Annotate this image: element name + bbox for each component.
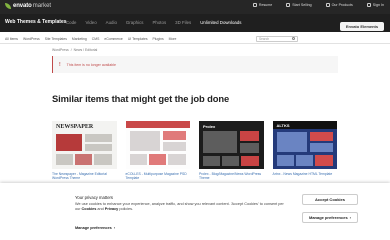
sub-nav-item[interactable]: CMS bbox=[92, 37, 100, 41]
doc-icon bbox=[252, 3, 257, 7]
accept-cookies-button[interactable]: Accept Cookies bbox=[302, 194, 358, 205]
alert-text: This item is no longer available bbox=[66, 62, 117, 67]
category-code[interactable]: Code bbox=[66, 20, 77, 25]
item-card[interactable]: Prolex Prolex - Blog/Magazine/News WordP… bbox=[199, 121, 264, 181]
item-title[interactable]: The Newspaper - Magazine Editorial WordP… bbox=[52, 172, 117, 181]
item-title[interactable]: eCOLLES - Multipurpose Magazine PSD Temp… bbox=[126, 172, 191, 181]
category-items: Code Video Audio Graphics Photos 3D File… bbox=[66, 20, 242, 25]
sub-nav-item[interactable]: Plugins bbox=[153, 37, 164, 41]
manage-preferences-button[interactable]: Manage preferences › bbox=[302, 212, 358, 223]
category-photos[interactable]: Photos bbox=[152, 20, 166, 25]
cookie-body: We use cookies to enhance your experienc… bbox=[75, 202, 284, 212]
sub-nav-item[interactable]: All Items bbox=[5, 37, 18, 41]
person-icon bbox=[366, 3, 371, 7]
category-3d-files[interactable]: 3D Files bbox=[175, 20, 191, 25]
breadcrumb-item[interactable]: WordPress bbox=[52, 48, 69, 52]
top-link-start-selling[interactable]: Start Selling bbox=[286, 3, 312, 7]
item-title[interactable]: Prolex - Blog/Magazine/News WordPress Th… bbox=[199, 172, 264, 181]
similar-items-heading: Similar items that might get the job don… bbox=[52, 93, 230, 104]
thumb-heading: Prolex bbox=[203, 124, 216, 129]
sub-nav-item[interactable]: Site Templates bbox=[45, 37, 67, 41]
breadcrumb-item[interactable]: News / Editorial bbox=[74, 48, 98, 52]
search-icon[interactable] bbox=[292, 37, 295, 40]
sub-nav: All Items WordPress Site Templates Marke… bbox=[0, 33, 390, 44]
top-link-sign-in[interactable]: Sign In bbox=[366, 3, 384, 7]
user-icon bbox=[286, 3, 291, 7]
privacy-policy-link[interactable]: Privacy bbox=[105, 207, 119, 211]
top-link-our-products[interactable]: Our Products bbox=[325, 3, 353, 7]
leaf-icon bbox=[5, 3, 11, 9]
top-bar: envato market Resume Start Selling Our P… bbox=[0, 0, 390, 14]
category-graphics[interactable]: Graphics bbox=[126, 20, 144, 25]
breadcrumb: WordPress / News / Editorial bbox=[52, 48, 97, 52]
similar-items-list: NEWSPAPER The Newspaper - Magazine Edito… bbox=[52, 121, 338, 181]
cookie-title: Your privacy matters bbox=[75, 195, 114, 200]
manage-preferences-link[interactable]: Manage preferences › bbox=[75, 226, 115, 230]
logo-text: envato bbox=[13, 3, 32, 9]
alert-icon: ! bbox=[59, 61, 61, 68]
breadcrumb-separator: / bbox=[70, 48, 72, 52]
category-web-themes[interactable]: Web Themes & Templates bbox=[5, 19, 67, 25]
cookies-policy-link[interactable]: Cookies bbox=[82, 207, 97, 211]
top-links: Resume Start Selling Our Products Sign I… bbox=[252, 3, 384, 7]
sub-nav-item[interactable]: UI Templates bbox=[128, 37, 148, 41]
top-link-resume[interactable]: Resume bbox=[252, 3, 272, 7]
item-card[interactable]: NEWSPAPER The Newspaper - Magazine Edito… bbox=[52, 121, 117, 181]
category-audio[interactable]: Audio bbox=[106, 20, 117, 25]
sub-nav-item[interactable]: eCommerce bbox=[104, 37, 122, 41]
item-card[interactable]: ALTKS Artnx - News Magazine HTML Templat… bbox=[272, 121, 338, 181]
grid-icon bbox=[325, 3, 330, 7]
sub-nav-item[interactable]: More bbox=[169, 37, 177, 41]
item-thumbnail[interactable]: NEWSPAPER bbox=[52, 121, 117, 169]
thumb-heading: ALTKS bbox=[276, 122, 290, 128]
cookie-banner: Your privacy matters We use cookies to e… bbox=[0, 183, 390, 240]
unavailable-alert: ! This item is no longer available bbox=[52, 56, 338, 73]
search-input[interactable]: Search bbox=[256, 35, 298, 42]
item-thumbnail[interactable]: Prolex bbox=[199, 121, 264, 169]
envato-logo[interactable]: envato market bbox=[5, 3, 51, 9]
category-video[interactable]: Video bbox=[86, 20, 97, 25]
item-thumbnail[interactable]: ALTKS bbox=[272, 121, 337, 169]
sub-nav-item[interactable]: WordPress bbox=[23, 37, 40, 41]
chevron-right-icon: › bbox=[113, 226, 115, 230]
category-nav: Web Themes & Templates Code Video Audio … bbox=[0, 14, 390, 32]
logo-sub: market bbox=[32, 3, 52, 9]
item-thumbnail[interactable] bbox=[125, 121, 190, 169]
thumb-heading: NEWSPAPER bbox=[56, 124, 94, 130]
item-card[interactable]: eCOLLES - Multipurpose Magazine PSD Temp… bbox=[125, 121, 191, 181]
envato-elements-badge[interactable]: Envato Elements bbox=[340, 22, 384, 31]
item-title[interactable]: Artnx - News Magazine HTML Template bbox=[273, 172, 338, 176]
chevron-right-icon: › bbox=[349, 215, 352, 220]
category-unlimited-downloads[interactable]: Unlimited Downloads bbox=[200, 20, 241, 25]
sub-nav-items: All Items WordPress Site Templates Marke… bbox=[5, 37, 176, 41]
sub-nav-item[interactable]: Marketing bbox=[72, 37, 87, 41]
